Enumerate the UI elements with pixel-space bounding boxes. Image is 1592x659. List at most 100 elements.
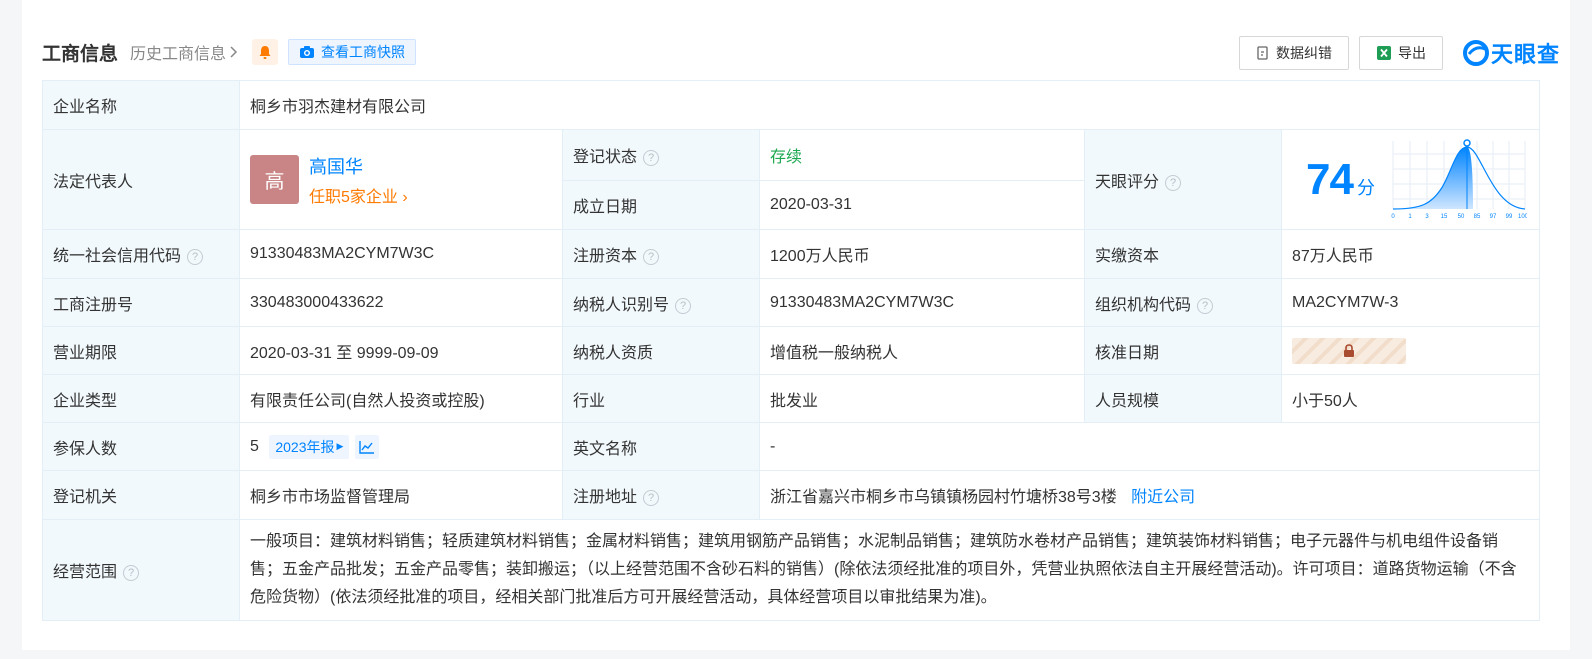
help-icon[interactable]: ? (187, 249, 204, 265)
tick-label: 3 (1425, 214, 1429, 220)
staff-label: 人员规模 (1084, 374, 1282, 423)
data-error-label: 数据纠错 (1275, 45, 1332, 61)
insured-cell: 5 2023年报 ▶ (239, 422, 563, 471)
help-icon[interactable]: ? (1197, 297, 1214, 314)
caret-right-icon: ▶ (336, 441, 344, 451)
legal-roles-link[interactable]: 任职5家企业 › (309, 183, 408, 207)
help-icon[interactable]: ? (643, 150, 660, 166)
score-cell[interactable]: 74 分 0 1 3 15 50 85 97 99 100 (1280, 129, 1541, 230)
header-actions: 数据纠错 导出 天眼查 (1238, 36, 1560, 70)
bell-icon[interactable] (252, 39, 279, 65)
insured-value: 5 (250, 437, 259, 455)
excel-icon (1376, 46, 1391, 60)
term-value: 2020-03-31 至 9999-09-09 (239, 326, 563, 375)
edit-doc-icon (1257, 45, 1268, 60)
scope-label: 经营范围 (53, 564, 118, 581)
scope-value: 一般项目：建筑材料销售；轻质建筑材料销售；金属材料销售；建筑用钢筋产品销售；水泥… (238, 519, 1541, 621)
lock-icon (1344, 343, 1354, 357)
score-label-cell: 天眼评分? (1084, 129, 1282, 230)
tick-label: 85 (1474, 214, 1481, 220)
brand-eye-icon (1462, 40, 1489, 66)
paid-value: 87万人民币 (1280, 229, 1541, 279)
export-label: 导出 (1397, 45, 1426, 61)
vip-locked-field[interactable] (1292, 337, 1406, 364)
export-button[interactable]: 导出 (1358, 36, 1443, 70)
term-label: 营业期限 (42, 326, 240, 375)
authority-value: 桐乡市市场监督管理局 (239, 470, 563, 520)
org-value: MA2CYM7W-3 (1280, 278, 1541, 327)
table-row: 参保人数 5 2023年报 ▶ 英文名称 - (42, 422, 1541, 471)
legal-rep-name[interactable]: 高国华 (309, 153, 408, 179)
credit-label-cell: 统一社会信用代码? (42, 229, 240, 279)
tax-label: 纳税人识别号 (573, 296, 670, 314)
name-label: 企业名称 (42, 80, 240, 130)
authority-label: 登记机关 (42, 470, 240, 520)
staff-value: 小于50人 (1280, 374, 1541, 423)
status-value: 存续 (759, 129, 1085, 181)
capital-value: 1200万人民币 (759, 229, 1085, 279)
history-label: 历史工商信息 (130, 46, 227, 63)
legal-roles-label: 任职5家企业 (309, 188, 398, 206)
score-unit: 分 (1356, 177, 1375, 198)
paid-label: 实缴资本 (1084, 229, 1282, 279)
tick-label: 97 (1490, 214, 1497, 220)
credit-value: 91330483MA2CYM7W3C (239, 229, 563, 279)
approve-cell (1280, 326, 1541, 375)
snapshot-label: 查看工商快照 (321, 44, 406, 60)
taxq-label: 纳税人资质 (562, 326, 760, 375)
help-icon[interactable]: ? (643, 249, 660, 265)
legal-rep-cell: 高 高国华 任职5家企业 › (239, 129, 563, 230)
company-name: 桐乡市羽杰建材有限公司 (238, 80, 1541, 130)
en-label: 英文名称 (562, 422, 760, 471)
brand-logo: 天眼查 (1462, 37, 1560, 69)
address-value: 浙江省嘉兴市桐乡市乌镇镇杨园村竹塘桥38号3楼 (770, 489, 1117, 506)
address-cell: 浙江省嘉兴市桐乡市乌镇镇杨园村竹塘桥38号3楼 附近公司 (758, 470, 1541, 520)
tick-label: 0 (1391, 214, 1395, 220)
en-value: - (758, 422, 1541, 471)
address-label-cell: 注册地址? (562, 470, 760, 520)
tick-label: 50 (1458, 214, 1465, 220)
status-label-cell: 登记状态? (562, 129, 760, 181)
tax-label-cell: 纳税人识别号? (562, 278, 760, 327)
legal-label: 法定代表人 (42, 129, 240, 230)
table-row: 工商注册号 330483000433622 纳税人识别号? 91330483MA… (42, 278, 1541, 327)
industry-value: 批发业 (759, 374, 1085, 423)
help-icon[interactable]: ? (675, 297, 692, 314)
capital-label: 注册资本 (573, 248, 638, 265)
table-row: 企业类型 有限责任公司(自然人投资或控股) 行业 批发业 人员规模 小于50人 (42, 374, 1541, 423)
nearby-companies-link[interactable]: 附近公司 (1131, 489, 1195, 506)
org-label: 组织机构代码 (1095, 296, 1192, 314)
help-icon[interactable]: ? (643, 490, 660, 506)
history-link[interactable]: 历史工商信息 (130, 40, 238, 64)
section-title: 工商信息 (42, 43, 119, 65)
founded-value: 2020-03-31 (759, 180, 1085, 230)
section-header: 工商信息 历史工商信息 查看工商快照 数据纠错 导出 天眼查 (42, 36, 1560, 70)
avatar[interactable]: 高 (250, 155, 299, 204)
table-row: 登记机关 桐乡市市场监督管理局 注册地址? 浙江省嘉兴市桐乡市乌镇镇杨园村竹塘桥… (42, 470, 1541, 520)
address-label: 注册地址 (573, 489, 638, 506)
help-icon[interactable]: ? (1165, 174, 1182, 191)
industry-label: 行业 (562, 374, 760, 423)
annual-report-tag[interactable]: 2023年报 ▶ (269, 434, 350, 459)
brand-name: 天眼查 (1490, 42, 1560, 67)
approve-label: 核准日期 (1084, 326, 1282, 375)
founded-label: 成立日期 (562, 180, 760, 230)
org-label-cell: 组织机构代码? (1084, 278, 1282, 327)
capital-label-cell: 注册资本? (562, 229, 760, 279)
tick-label: 15 (1441, 214, 1448, 220)
score-label: 天眼评分 (1095, 173, 1160, 191)
insured-label: 参保人数 (42, 422, 240, 471)
table-row: 经营范围? 一般项目：建筑材料销售；轻质建筑材料销售；金属材料销售；建筑用钢筋产… (42, 519, 1541, 621)
tax-value: 91330483MA2CYM7W3C (759, 278, 1085, 327)
reg-value: 330483000433622 (239, 278, 563, 327)
snapshot-button[interactable]: 查看工商快照 (288, 39, 417, 65)
trend-chart-icon[interactable] (355, 434, 380, 459)
credit-label: 统一社会信用代码 (53, 248, 182, 265)
data-error-button[interactable]: 数据纠错 (1238, 36, 1349, 70)
taxq-value: 增值税一般纳税人 (759, 326, 1085, 375)
score-value: 74 (1306, 154, 1354, 204)
score-distribution-chart: 0 1 3 15 50 85 97 99 100 (1391, 138, 1527, 220)
type-value: 有限责任公司(自然人投资或控股) (239, 374, 563, 423)
help-icon[interactable]: ? (123, 565, 140, 581)
scope-label-cell: 经营范围? (42, 519, 240, 621)
